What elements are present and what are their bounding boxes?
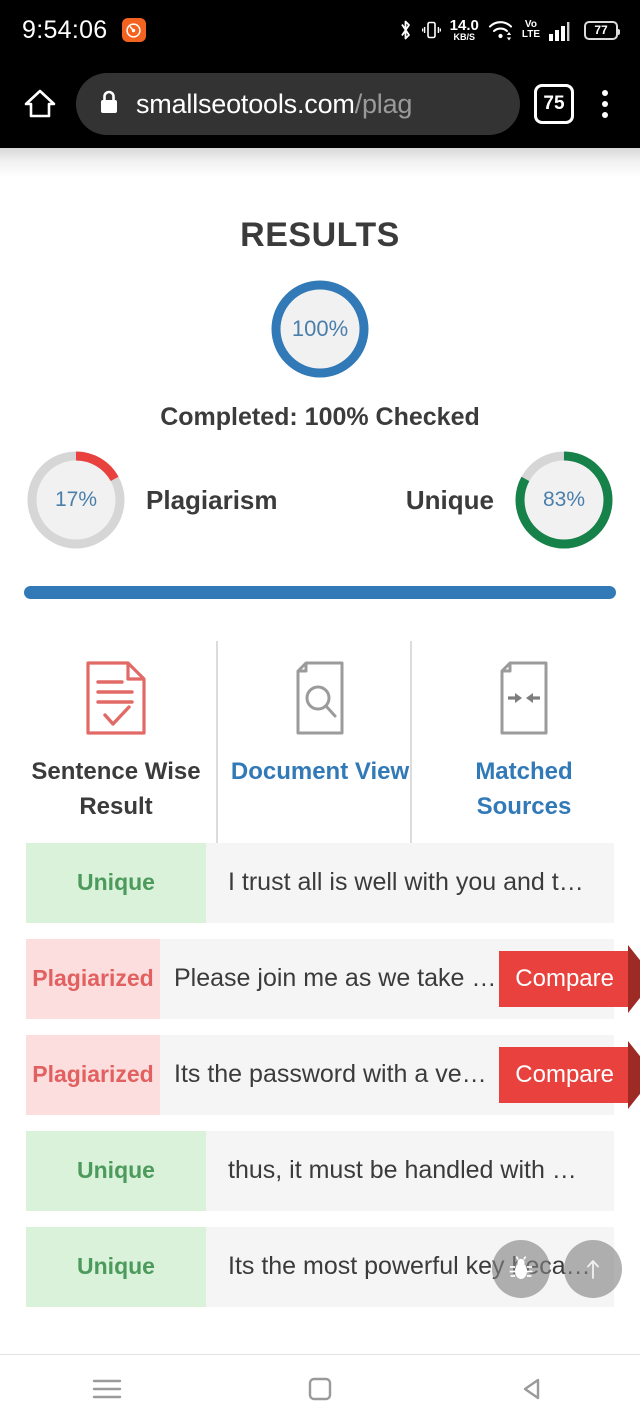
status-bar-right: 14.0 KB/S Vo LTE 77 [398,18,620,42]
unique-gauge-value: 83% [542,488,586,511]
page-top-shadow [0,148,640,178]
compare-button[interactable]: Compare [499,944,640,1013]
floating-action-buttons [492,1240,622,1298]
status-badge: Unique [26,1130,206,1211]
status-bar: 9:54:06 14.0 KB/S Vo LTE 77 [0,0,640,60]
vibrate-icon [421,19,441,41]
overall-donut: 100% [268,277,372,381]
compare-arrow-tail [628,944,640,1013]
status-badge: Unique [26,1226,206,1307]
overflow-menu-icon[interactable] [588,90,622,118]
network-speed-value: 14.0 [449,17,479,34]
table-row[interactable]: Plagiarized Its the password with a ve… … [26,1034,640,1115]
plagiarism-donut: 17% [24,448,128,552]
android-navigation-bar [0,1354,640,1422]
compare-button-label: Compare [515,1060,614,1088]
lock-icon [98,89,120,120]
arrow-up-icon[interactable] [564,1240,622,1298]
url-bar[interactable]: smallseotools.com/plag [76,73,520,135]
sentence-text: I trust all is well with you and t… [228,868,584,897]
battery-level: 77 [594,23,608,37]
status-bar-left: 9:54:06 [22,16,146,45]
overall-gauge-value: 100% [291,316,349,341]
back-triangle-icon[interactable] [493,1374,573,1404]
page-title: RESULTS [240,216,400,254]
tab-matched-sources[interactable]: Matched Sources [422,641,626,825]
url-text: smallseotools.com/plag [136,89,412,120]
plagiarism-gauge-cell: 17% Plagiarism [24,448,278,552]
plagiarism-gauge-value: 17% [54,488,98,511]
home-square-icon[interactable] [280,1374,360,1404]
tab-label-document-view: Document View [230,758,410,785]
compare-button[interactable]: Compare [499,1040,640,1109]
score-gauges: 17% Plagiarism Unique 83% [0,448,640,552]
page-content: RESULTS 100% Completed: 100% Checked 17%… [0,148,640,1354]
sentence-list: Unique I trust all is well with you and … [0,842,640,1307]
document-check-icon [85,655,147,741]
status-clock: 9:54:06 [22,15,108,44]
unique-donut: 83% [512,448,616,552]
document-arrows-icon [493,655,555,741]
plagiarism-label: Plagiarism [146,484,278,515]
music-app-icon [121,18,146,42]
sentence-text: thus, it must be handled with … [228,1156,577,1185]
completed-status-text: Completed: 100% Checked [160,403,480,431]
wifi-icon [488,19,513,41]
unique-gauge-cell: Unique 83% [406,448,616,552]
browser-toolbar: smallseotools.com/plag 75 [0,60,640,148]
battery-indicator: 77 [584,20,620,40]
network-speed-indicator: 14.0 KB/S [450,18,479,42]
recents-hamburger-icon[interactable] [67,1376,147,1402]
status-badge: Unique [26,842,206,923]
status-badge: Plagiarized [26,938,160,1019]
document-search-icon [289,655,351,741]
bluetooth-icon [398,18,413,42]
unique-label: Unique [405,484,494,515]
tab-document-view[interactable]: Document View [218,641,422,825]
tab-count-button[interactable]: 75 [534,84,574,124]
scan-progress-bar [24,586,616,599]
table-row[interactable]: Unique I trust all is well with you and … [26,842,614,923]
tab-sentence-wise-result[interactable]: Sentence Wise Result [14,641,218,825]
result-view-tabs: Sentence Wise Result Document View Match… [0,641,640,899]
compare-arrow-tail [628,1040,640,1109]
url-path: /plag [354,88,413,119]
overall-progress-gauge: 100% [0,277,640,381]
tab-label-matched-sources: Matched Sources [475,758,573,820]
url-domain: smallseotools.com [136,88,355,119]
table-row[interactable]: Unique thus, it must be handled with … [26,1130,614,1211]
compare-button-label: Compare [515,964,614,992]
tab-label-sentence-wise-result: Sentence Wise Result [31,758,201,820]
network-speed-unit: KB/S [453,32,475,42]
volte-indicator: Vo LTE [521,19,540,41]
volte-line-2: LTE [521,29,540,40]
status-badge: Plagiarized [26,1034,160,1115]
signal-bars-icon [549,20,575,41]
home-icon[interactable] [18,86,62,122]
bug-icon[interactable] [492,1240,550,1298]
table-row[interactable]: Plagiarized Please join me as we take … … [26,938,640,1019]
